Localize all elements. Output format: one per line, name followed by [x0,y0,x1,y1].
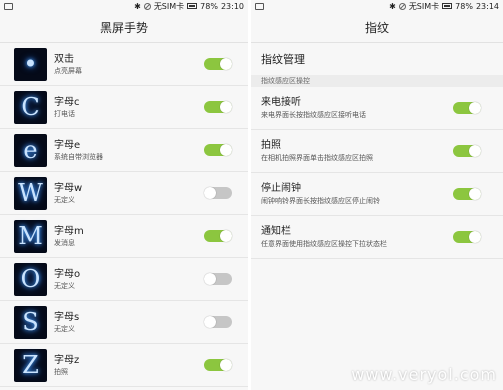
image-notification-icon [255,2,264,10]
gesture-title: 字母z [54,354,80,366]
gesture-title: 字母s [54,311,80,323]
gesture-toggle[interactable] [204,316,232,328]
gesture-title: 字母w [54,182,83,194]
clock: 23:14 [475,1,499,11]
toggle-knob [220,144,232,156]
gesture-subtitle: 打电话 [54,109,75,118]
gesture-subtitle: 点亮屏幕 [54,66,82,75]
toggle-knob [220,359,232,371]
fingerprint-settings-screen: ✱ 无SIM卡 78% 23:14 指纹 指纹管理 指纹感应区操控 来电接听 来… [251,0,503,390]
toggle-knob [469,188,481,200]
image-notification-icon [4,2,13,10]
toggle-knob [204,316,216,328]
gesture-subtitle: 无定义 [54,195,75,204]
carrier-label: 无SIM卡 [153,1,185,11]
watermark: www.veryol.com [351,365,497,384]
gesture-toggle[interactable] [204,101,232,113]
battery-percent: 78% [455,1,473,11]
status-bar: ✱ 无SIM卡 78% 23:10 [0,0,248,12]
toggle-knob [204,273,216,285]
gesture-toggle[interactable] [204,58,232,70]
carrier-label: 无SIM卡 [408,1,440,11]
battery-percent: 78% [200,1,218,11]
page-title: 指纹 [251,12,503,43]
fingerprint-row-notification[interactable]: 通知栏 任意界面使用指纹感应区操控下拉状态栏 [251,216,503,259]
battery-icon [442,3,453,9]
gesture-toggle[interactable] [204,273,232,285]
fingerprint-toggle[interactable] [453,188,481,200]
gesture-row-double-tap[interactable]: • 双击 点亮屏幕 [0,43,248,86]
gesture-subtitle: 无定义 [54,324,75,333]
fingerprint-row-answer-call[interactable]: 来电接听 来电界面长按指纹感应区接听电话 [251,87,503,130]
gesture-title: 字母c [54,96,80,108]
letter-z-gesture-icon: Z [14,348,47,382]
gesture-subtitle: 拍照 [54,367,68,376]
letter-e-gesture-icon: e [14,133,47,167]
letter-c-gesture-icon: C [14,90,47,124]
gesture-title: 字母m [54,225,84,237]
gesture-row-e[interactable]: e 字母e 系统自带浏览器 [0,129,248,172]
gesture-row-w[interactable]: W 字母w 无定义 [0,172,248,215]
fingerprint-row-camera[interactable]: 拍照 在相机拍照界面单击指纹感应区拍照 [251,130,503,173]
gesture-subtitle: 系统自带浏览器 [54,152,103,161]
fingerprint-row-stop-alarm[interactable]: 停止闹钟 闹钟响铃界面长按指纹感应区停止闹铃 [251,173,503,216]
toggle-knob [469,145,481,157]
gesture-title: 双击 [54,53,74,65]
letter-w-gesture-icon: W [14,176,47,210]
bluetooth-icon: ✱ [134,1,141,11]
fingerprint-toggle[interactable] [453,102,481,114]
letter-s-gesture-icon: S [14,305,47,339]
gesture-toggle[interactable] [204,144,232,156]
section-header: 指纹感应区操控 [251,75,503,87]
gesture-list: • 双击 点亮屏幕 C 字母c 打电话 e 字母e 系统自带浏览器 W 字母w 无定义 … [0,43,248,387]
toggle-knob [220,101,232,113]
gesture-toggle[interactable] [204,359,232,371]
gesture-row-z[interactable]: Z 字母z 拍照 [0,344,248,387]
gesture-row-s[interactable]: S 字母s 无定义 [0,301,248,344]
page-title: 黑屏手势 [0,12,248,43]
letter-o-gesture-icon: O [14,262,47,296]
fingerprint-toggle[interactable] [453,145,481,157]
gesture-title: 字母e [54,139,81,151]
bluetooth-icon: ✱ [389,1,396,11]
toggle-knob [220,58,232,70]
no-sim-icon [143,2,151,10]
fingerprint-toggle[interactable] [453,231,481,243]
toggle-knob [469,102,481,114]
gesture-row-o[interactable]: O 字母o 无定义 [0,258,248,301]
gesture-subtitle: 无定义 [54,281,75,290]
toggle-knob [469,231,481,243]
fingerprint-management-item[interactable]: 指纹管理 [251,43,503,75]
toggle-knob [220,230,232,242]
gesture-title: 字母o [54,268,81,280]
gesture-toggle[interactable] [204,230,232,242]
gesture-toggle[interactable] [204,187,232,199]
no-sim-icon [398,2,406,10]
gesture-settings-screen: ✱ 无SIM卡 78% 23:10 黑屏手势 • 双击 点亮屏幕 C 字母c 打电话… [0,0,248,390]
toggle-knob [204,187,216,199]
gesture-row-c[interactable]: C 字母c 打电话 [0,86,248,129]
gesture-row-m[interactable]: M 字母m 发消息 [0,215,248,258]
letter-m-gesture-icon: M [14,219,47,253]
status-bar: ✱ 无SIM卡 78% 23:14 [251,0,503,12]
clock: 23:10 [220,1,244,11]
gesture-subtitle: 发消息 [54,238,75,247]
battery-icon [187,3,198,9]
double-tap-gesture-icon: • [14,47,47,81]
